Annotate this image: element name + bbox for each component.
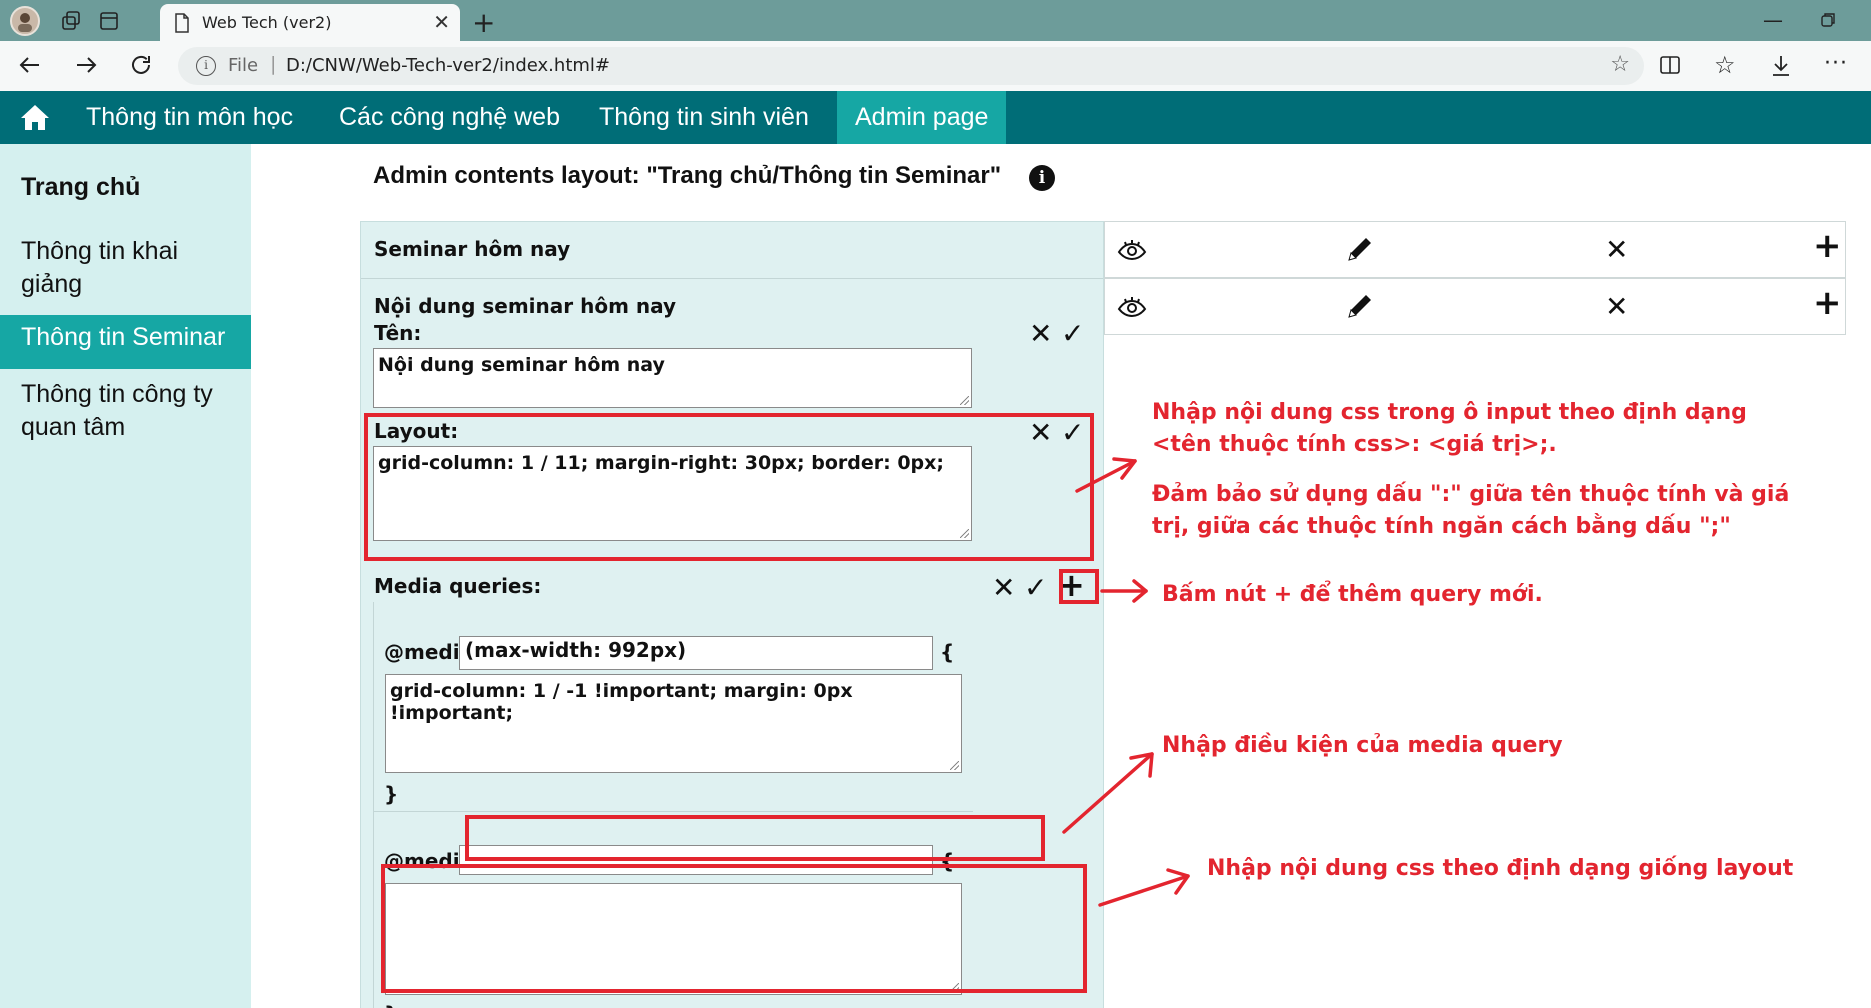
- arrow-to-add-note-head: [1132, 579, 1148, 603]
- home-icon[interactable]: [20, 103, 50, 135]
- close-tab-icon[interactable]: ✕: [433, 10, 450, 34]
- refresh-icon[interactable]: [129, 53, 153, 77]
- favorites-icon[interactable]: ☆: [1714, 51, 1736, 79]
- media-condition-input[interactable]: (max-width: 992px): [459, 636, 933, 670]
- nav-item-thong-tin-sinh-vien[interactable]: Thông tin sinh viên: [599, 91, 809, 144]
- sidebar: Trang chủ Thông tin khai giảng Thông tin…: [0, 144, 251, 1008]
- sidebar-item-thong-tin-seminar[interactable]: Thông tin Seminar: [0, 315, 251, 369]
- condition-highlight-box: [465, 815, 1045, 861]
- delete-icon[interactable]: ✕: [1605, 293, 1628, 321]
- browser-tab[interactable]: Web Tech (ver2) ✕: [160, 4, 460, 41]
- more-menu-icon[interactable]: ···: [1824, 51, 1848, 76]
- nav-item-thong-tin-mon-hoc[interactable]: Thông tin môn học: [86, 91, 293, 144]
- close-brace: }: [384, 782, 399, 806]
- sidebar-title[interactable]: Trang chủ: [21, 171, 246, 204]
- note-separator-rule: Đảm bảo sử dụng dấu ":" giữa tên thuộc t…: [1152, 479, 1789, 543]
- profile-avatar[interactable]: [10, 6, 40, 36]
- section-heading: Nội dung seminar hôm nay: [374, 294, 677, 318]
- browser-tab-bar: Web Tech (ver2) ✕ + —: [0, 0, 1871, 41]
- edit-pencil-icon[interactable]: [1345, 291, 1375, 325]
- nav-item-cac-cong-nghe-web[interactable]: Các công nghệ web: [339, 91, 560, 144]
- view-eye-icon[interactable]: [1117, 295, 1147, 323]
- arrow-to-css-note-head: [1166, 868, 1190, 895]
- actions-panel: ✕ + ✕ +: [1104, 221, 1846, 336]
- url-bar[interactable]: i File | D:/CNW/Web-Tech-ver2/index.html…: [178, 47, 1644, 85]
- delete-icon[interactable]: ✕: [1605, 236, 1628, 264]
- arrow-to-layout-note-head: [1112, 457, 1137, 480]
- note-css-format-line2: <tên thuộc tính css>: <giá trị>;.: [1152, 432, 1557, 457]
- url-separator: |: [270, 53, 277, 75]
- actions-row: ✕ +: [1104, 221, 1846, 278]
- add-icon[interactable]: +: [1813, 286, 1842, 320]
- arrow-to-condition-note-head: [1129, 752, 1154, 778]
- media-confirm-icon[interactable]: ✓: [1024, 574, 1047, 602]
- add-icon[interactable]: +: [1813, 229, 1842, 263]
- site-info-icon[interactable]: i: [196, 56, 216, 76]
- media-cancel-icon[interactable]: ✕: [992, 574, 1015, 602]
- close-brace: }: [384, 1002, 398, 1008]
- css-highlight-box: [381, 864, 1087, 993]
- name-confirm-icon[interactable]: ✓: [1061, 320, 1084, 348]
- media-queries-label: Media queries:: [374, 574, 542, 598]
- split-screen-icon[interactable]: [1659, 54, 1681, 76]
- note-separator-rule-line1: Đảm bảo sử dụng dấu ":" giữa tên thuộc t…: [1152, 482, 1790, 507]
- note-separator-rule-line2: trị, giữa các thuộc tính ngăn cách bằng …: [1152, 514, 1731, 539]
- minimize-icon[interactable]: —: [1763, 8, 1783, 32]
- note-add-query: Bấm nút + để thêm query mới.: [1162, 582, 1543, 607]
- nav-item-admin-page[interactable]: Admin page: [837, 91, 1007, 144]
- back-icon[interactable]: [18, 53, 42, 77]
- sidebar-item-thong-tin-khai-giang[interactable]: Thông tin khai giảng: [21, 235, 221, 301]
- forward-icon[interactable]: [74, 53, 98, 77]
- note-media-condition: Nhập điều kiện của media query: [1162, 733, 1563, 758]
- file-label: File: [228, 55, 259, 76]
- info-icon[interactable]: i: [1029, 165, 1055, 191]
- name-cancel-icon[interactable]: ✕: [1029, 320, 1052, 348]
- actions-row: ✕ +: [1104, 278, 1846, 335]
- seminar-row-label: Seminar hôm nay: [374, 237, 571, 261]
- view-eye-icon[interactable]: [1117, 238, 1147, 266]
- layout-highlight-box: [364, 413, 1094, 561]
- workspaces-icon[interactable]: [58, 8, 84, 34]
- seminar-row: Seminar hôm nay: [361, 222, 1103, 279]
- new-tab-icon[interactable]: +: [472, 6, 495, 39]
- tab-actions-icon[interactable]: [96, 8, 122, 34]
- name-label: Tên:: [374, 321, 422, 345]
- url-text[interactable]: D:/CNW/Web-Tech-ver2/index.html#: [286, 55, 610, 76]
- favorite-star-icon[interactable]: ☆: [1610, 52, 1630, 77]
- name-textarea[interactable]: Nội dung seminar hôm nay: [373, 348, 972, 408]
- downloads-icon[interactable]: [1770, 54, 1792, 78]
- site-navbar: Thông tin môn học Các công nghệ web Thôn…: [0, 91, 1871, 144]
- note-css-format-line1: Nhập nội dung css trong ô input theo địn…: [1152, 400, 1747, 425]
- tab-title: Web Tech (ver2): [202, 13, 332, 32]
- edit-pencil-icon[interactable]: [1345, 234, 1375, 268]
- page-title: Admin contents layout: "Trang chủ/Thông …: [373, 162, 1002, 189]
- media-query-block-1: @media (max-width: 992px) { grid-column:…: [373, 602, 973, 812]
- note-media-css: Nhập nội dung css theo định dạng giống l…: [1207, 856, 1794, 881]
- address-toolbar: i File | D:/CNW/Web-Tech-ver2/index.html…: [0, 41, 1871, 91]
- add-button-highlight-box: [1059, 569, 1099, 604]
- sidebar-item-thong-tin-cong-ty[interactable]: Thông tin công ty quan tâm: [21, 378, 236, 444]
- page-icon: [174, 13, 190, 33]
- restore-icon[interactable]: [1820, 12, 1836, 28]
- open-brace: {: [940, 640, 955, 664]
- arrow-to-css-note: [1098, 874, 1190, 907]
- note-css-format: Nhập nội dung css trong ô input theo địn…: [1152, 397, 1747, 461]
- media-css-textarea[interactable]: grid-column: 1 / -1 !important; margin: …: [385, 674, 962, 773]
